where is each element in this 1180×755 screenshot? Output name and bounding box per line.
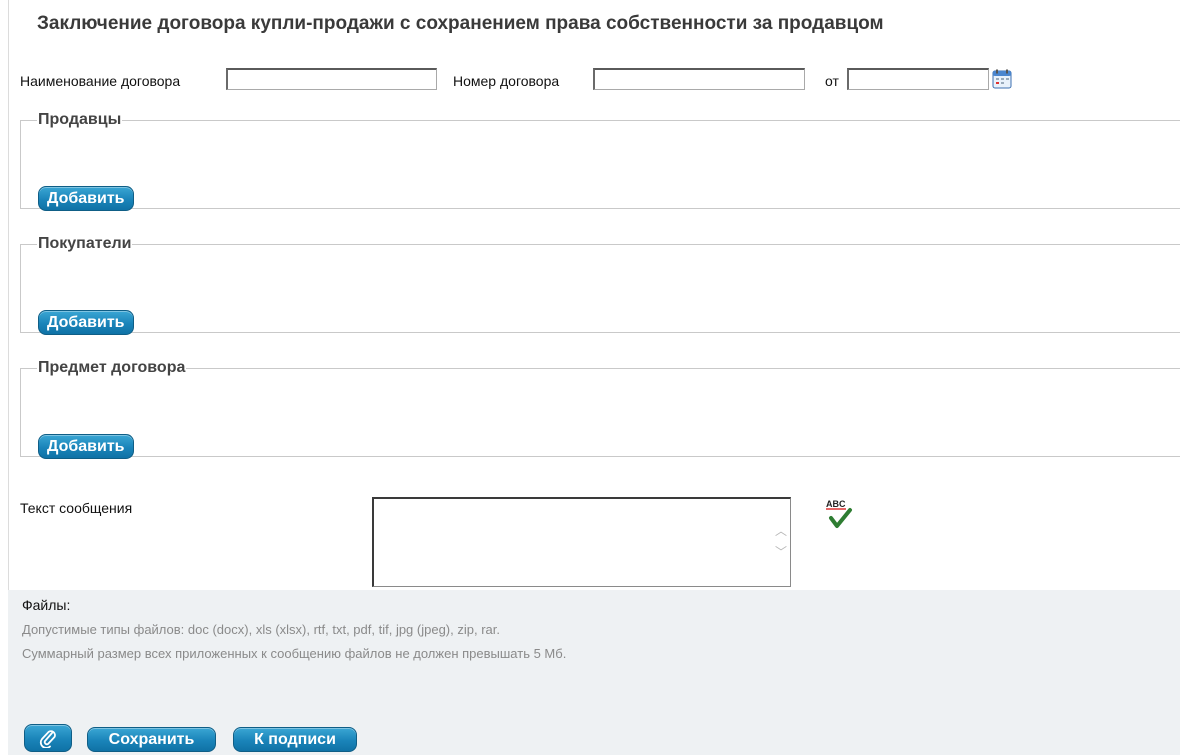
contract-date-label: от bbox=[825, 73, 839, 89]
page-title: Заключение договора купли-продажи с сохр… bbox=[37, 13, 884, 34]
add-buyer-button[interactable]: Добавить bbox=[38, 310, 134, 335]
contract-number-label: Номер договора bbox=[453, 73, 560, 89]
sellers-section: Продавцы Добавить bbox=[20, 111, 1180, 211]
add-seller-button[interactable]: Добавить bbox=[38, 186, 134, 211]
add-subject-button[interactable]: Добавить bbox=[38, 434, 134, 459]
contract-name-input[interactable] bbox=[226, 68, 437, 90]
subject-section: Предмет договора Добавить bbox=[20, 359, 1180, 459]
left-divider bbox=[8, 0, 9, 590]
to-signature-button[interactable]: К подписи bbox=[233, 727, 357, 752]
sellers-legend: Продавцы bbox=[38, 111, 122, 128]
contract-name-label: Наименование договора bbox=[20, 73, 181, 89]
subject-legend: Предмет договора bbox=[38, 359, 186, 376]
paperclip-icon bbox=[39, 730, 56, 748]
scroll-up-icon[interactable]: ︿ bbox=[774, 523, 788, 539]
scroll-down-icon[interactable]: ﹀ bbox=[774, 544, 788, 560]
allowed-file-types: Допустимые типы файлов: doc (docx), xls … bbox=[22, 622, 500, 637]
buyers-legend: Покупатели bbox=[38, 235, 132, 252]
contract-date-input[interactable] bbox=[847, 68, 989, 90]
file-size-limit: Суммарный размер всех приложенных к сооб… bbox=[22, 646, 567, 661]
files-title: Файлы: bbox=[22, 597, 71, 613]
save-button[interactable]: Сохранить bbox=[87, 727, 216, 752]
message-label: Текст сообщения bbox=[20, 500, 133, 516]
calendar-icon[interactable] bbox=[992, 69, 1012, 89]
message-textarea[interactable] bbox=[374, 499, 766, 585]
spellcheck-text: ABC bbox=[826, 499, 846, 509]
spellcheck-icon[interactable]: ABC bbox=[822, 496, 856, 532]
attach-file-button[interactable] bbox=[24, 724, 72, 752]
buyers-section: Покупатели Добавить bbox=[20, 235, 1180, 335]
message-field: ︿ ﹀ bbox=[372, 497, 791, 587]
contract-number-input[interactable] bbox=[593, 68, 805, 90]
